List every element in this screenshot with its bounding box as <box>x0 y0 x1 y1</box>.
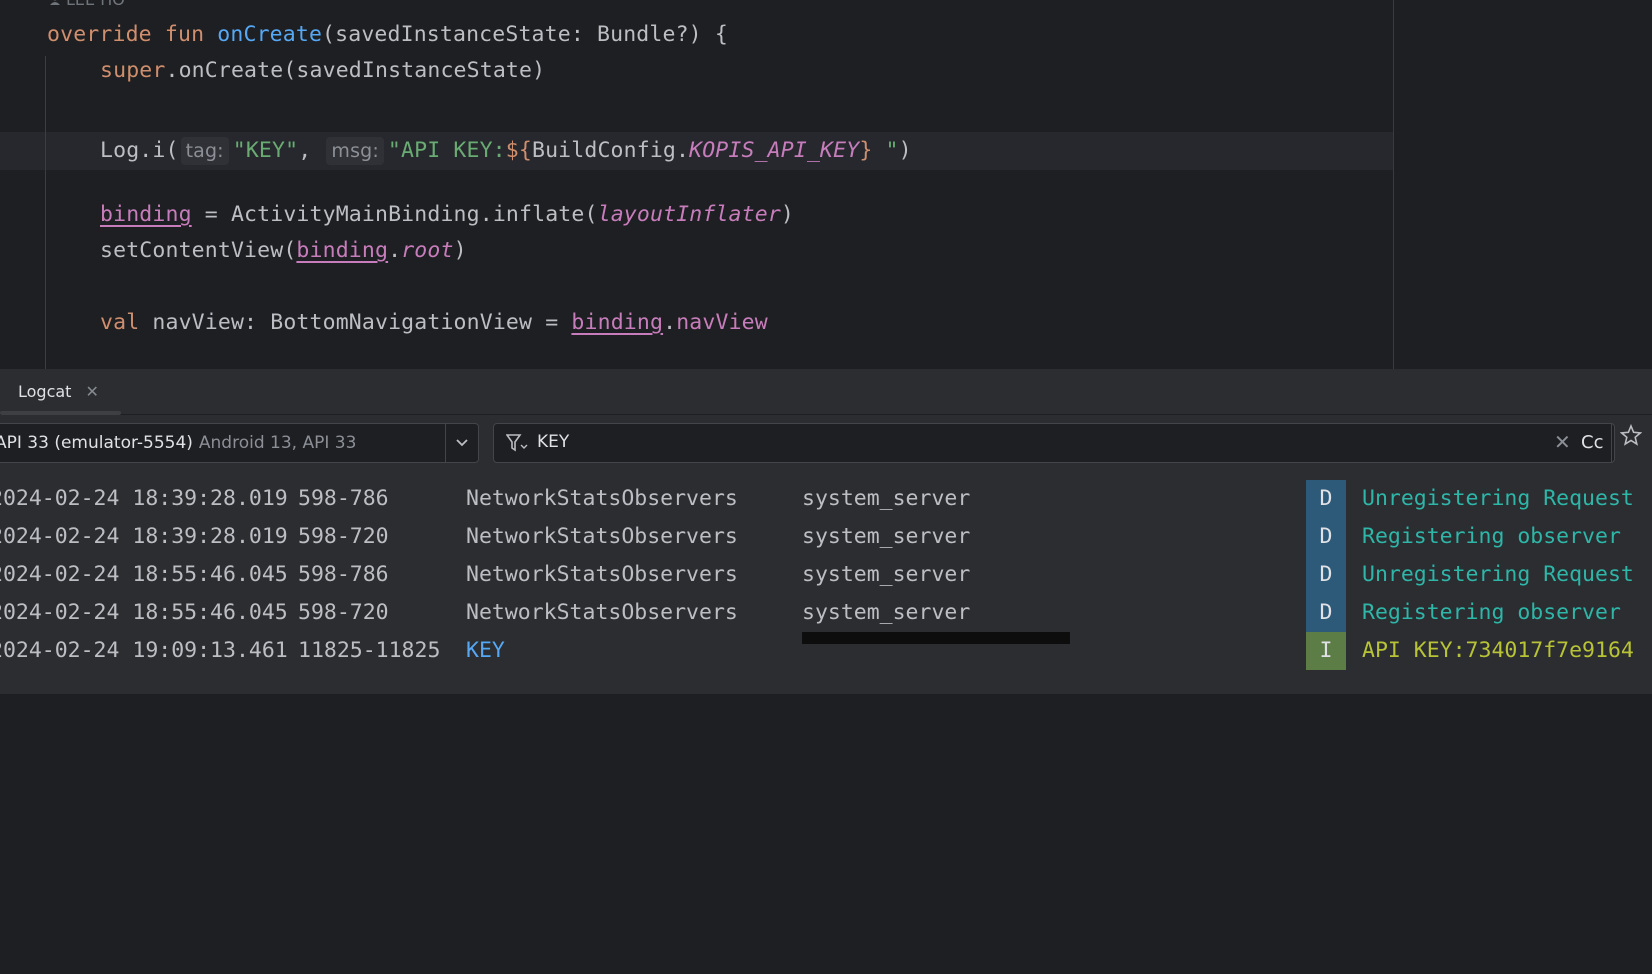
log-message: Unregistering Request <box>1362 486 1634 511</box>
log-pid: 11825-11825 <box>298 638 441 663</box>
log-level-badge: D <box>1306 556 1346 594</box>
log-pid: 598-786 <box>298 486 389 511</box>
binding-var: binding <box>100 202 192 227</box>
binding-var: binding <box>571 310 664 335</box>
param-hint-msg: msg: <box>326 137 384 165</box>
close-paren: ) <box>453 238 467 263</box>
clear-icon[interactable]: ✕ <box>1554 430 1571 454</box>
right-margin-guide <box>1393 0 1394 369</box>
log-level-badge: I <box>1306 632 1346 670</box>
msg-string-end: " <box>872 138 899 163</box>
keyword-super: super <box>100 58 166 83</box>
star-icon[interactable] <box>1620 424 1642 446</box>
log-row[interactable]: 2024-02-24 18:39:28.019 598-720 NetworkS… <box>0 518 1652 556</box>
log-tag: NetworkStatsObservers <box>466 486 738 511</box>
device-name: API 33 (emulator-5554) <box>0 433 193 453</box>
code-line-log[interactable]: Log.i(tag: "KEY", msg: "API KEY:${BuildCon… <box>100 137 912 165</box>
code-line-1[interactable]: override fun onCreate(savedInstanceState… <box>47 21 728 49</box>
log-timestamp: 2024-02-24 18:39:28.019 <box>0 524 288 549</box>
function-signature: (savedInstanceState: Bundle?) { <box>322 22 728 47</box>
log-message: Registering observer <box>1362 600 1621 625</box>
dot: . <box>388 238 402 263</box>
code-line-2[interactable]: super.onCreate(savedInstanceState) <box>100 57 545 85</box>
divider <box>1611 424 1612 462</box>
dot: . <box>663 310 677 335</box>
log-message: API KEY:734017f7e9164 <box>1362 638 1634 663</box>
navview-declaration: navView: BottomNavigationView = <box>139 310 572 335</box>
person-icon <box>50 0 60 5</box>
log-message: Registering observer <box>1362 524 1621 549</box>
code-line-5[interactable]: setContentView(binding.root) <box>100 237 467 265</box>
tag-string: "KEY" <box>232 138 299 163</box>
redaction-bar <box>802 632 1070 644</box>
device-detail: Android 13, API 33 <box>198 433 357 453</box>
filter-query[interactable]: KEY <box>537 432 569 452</box>
log-message: Unregistering Request <box>1362 562 1634 587</box>
log-tag: NetworkStatsObservers <box>466 562 738 587</box>
api-key-constant: KOPIS_API_KEY <box>689 138 860 163</box>
log-pid: 598-720 <box>298 524 389 549</box>
root-prop: root <box>401 238 454 263</box>
code-author-hint[interactable]: LEE HO <box>50 0 125 9</box>
keyword-val: val <box>100 310 140 335</box>
template-open: ${ <box>505 138 532 163</box>
log-level-badge: D <box>1306 518 1346 556</box>
log-timestamp: 2024-02-24 18:39:28.019 <box>0 486 288 511</box>
logcat-tab-bar: Logcat ✕ <box>0 369 1652 415</box>
log-process: system_server <box>802 486 971 511</box>
buildconfig-class: BuildConfig. <box>531 138 690 163</box>
comma: , <box>298 138 325 163</box>
log-process: system_server <box>802 562 971 587</box>
log-pid: 598-720 <box>298 600 389 625</box>
log-tag: NetworkStatsObservers <box>466 600 738 625</box>
param-hint-tag: tag: <box>180 137 229 165</box>
log-level-badge: D <box>1306 594 1346 632</box>
function-name: onCreate <box>217 22 323 47</box>
logcat-toolbar: API 33 (emulator-5554) Android 13, API 3… <box>0 415 1652 467</box>
close-paren: ) <box>780 202 795 227</box>
logcat-filter-field[interactable]: KEY ✕ Cc <box>493 423 1615 463</box>
log-timestamp: 2024-02-24 18:55:46.045 <box>0 562 288 587</box>
template-close: } <box>859 138 873 163</box>
filter-icon[interactable] <box>506 433 528 453</box>
close-icon[interactable]: ✕ <box>85 382 98 401</box>
log-tag: NetworkStatsObservers <box>466 524 738 549</box>
match-case-toggle[interactable]: Cc <box>1581 432 1603 453</box>
close-paren: ) <box>898 138 912 163</box>
set-content-view: setContentView( <box>100 238 297 263</box>
log-timestamp: 2024-02-24 19:09:13.461 <box>0 638 288 663</box>
log-level-badge: D <box>1306 480 1346 518</box>
author-name: LEE HO <box>66 0 125 9</box>
log-pid: 598-786 <box>298 562 389 587</box>
log-tag: KEY <box>466 638 505 663</box>
super-call: .onCreate(savedInstanceState) <box>165 58 546 83</box>
logcat-panel: Logcat ✕ API 33 (emulator-5554) Android … <box>0 369 1652 694</box>
keyword-override: override <box>47 22 152 47</box>
chevron-down-icon[interactable] <box>445 424 478 462</box>
layout-inflater: layoutInflater <box>597 202 781 227</box>
log-call: Log.i( <box>100 138 179 163</box>
inflate-call: = ActivityMainBinding.inflate( <box>191 202 598 227</box>
code-line-6[interactable]: val navView: BottomNavigationView = bind… <box>100 309 768 337</box>
device-selector[interactable]: API 33 (emulator-5554) Android 13, API 3… <box>0 423 479 463</box>
binding-var: binding <box>296 238 389 263</box>
log-row[interactable]: 2024-02-24 18:39:28.019 598-786 NetworkS… <box>0 480 1652 518</box>
tab-logcat-label: Logcat <box>18 382 72 401</box>
keyword-fun: fun <box>164 22 205 47</box>
msg-string: "API KEY: <box>387 138 506 163</box>
code-line-4[interactable]: binding = ActivityMainBinding.inflate(la… <box>100 201 794 229</box>
log-process: system_server <box>802 524 971 549</box>
navview-prop: navView <box>676 310 768 335</box>
log-row[interactable]: 2024-02-24 18:55:46.045 598-720 NetworkS… <box>0 594 1652 632</box>
log-row[interactable]: 2024-02-24 19:09:13.461 11825-11825 KEY … <box>0 632 1652 670</box>
tab-logcat[interactable]: Logcat ✕ <box>0 369 99 414</box>
code-editor[interactable]: LEE HO override fun onCreate(savedInstan… <box>0 0 1652 369</box>
indent-guide <box>45 56 46 369</box>
log-row[interactable]: 2024-02-24 18:55:46.045 598-786 NetworkS… <box>0 556 1652 594</box>
log-timestamp: 2024-02-24 18:55:46.045 <box>0 600 288 625</box>
log-process: system_server <box>802 600 971 625</box>
